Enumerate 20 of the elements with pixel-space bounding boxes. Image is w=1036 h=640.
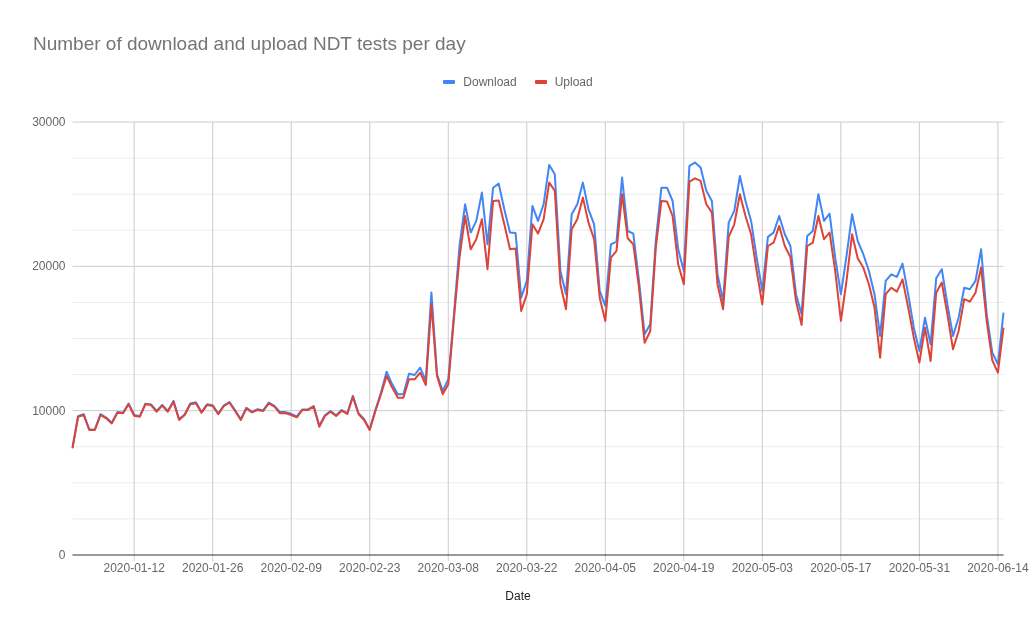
x-axis-label: 2020-02-09 xyxy=(260,561,322,575)
y-axis-label: 20000 xyxy=(32,259,66,274)
x-axis-label: 2020-04-19 xyxy=(653,561,715,575)
x-axis-label: 2020-05-03 xyxy=(731,561,794,575)
x-axis-label: 2020-01-26 xyxy=(182,561,244,575)
x-axis-label: 2020-04-05 xyxy=(574,561,636,575)
x-axis-label: 2020-05-17 xyxy=(810,561,872,575)
x-axis-label: 2020-03-08 xyxy=(417,561,479,575)
y-axis-label: 10000 xyxy=(32,403,66,418)
legend-label: Upload xyxy=(554,74,593,90)
x-axis-title: Date xyxy=(505,588,531,604)
x-axis-label: 2020-01-12 xyxy=(103,561,165,575)
x-axis-label: 2020-06-14 xyxy=(967,561,1029,575)
x-axis-label: 2020-05-31 xyxy=(888,561,951,575)
chart-title: Number of download and upload NDT tests per day xyxy=(33,32,466,56)
y-axis-label: 0 xyxy=(58,548,66,562)
x-axis-label: 2020-02-23 xyxy=(339,561,401,575)
legend-label: Download xyxy=(463,74,517,90)
y-axis-label: 30000 xyxy=(32,115,66,129)
x-axis-label: 2020-03-22 xyxy=(496,561,558,575)
